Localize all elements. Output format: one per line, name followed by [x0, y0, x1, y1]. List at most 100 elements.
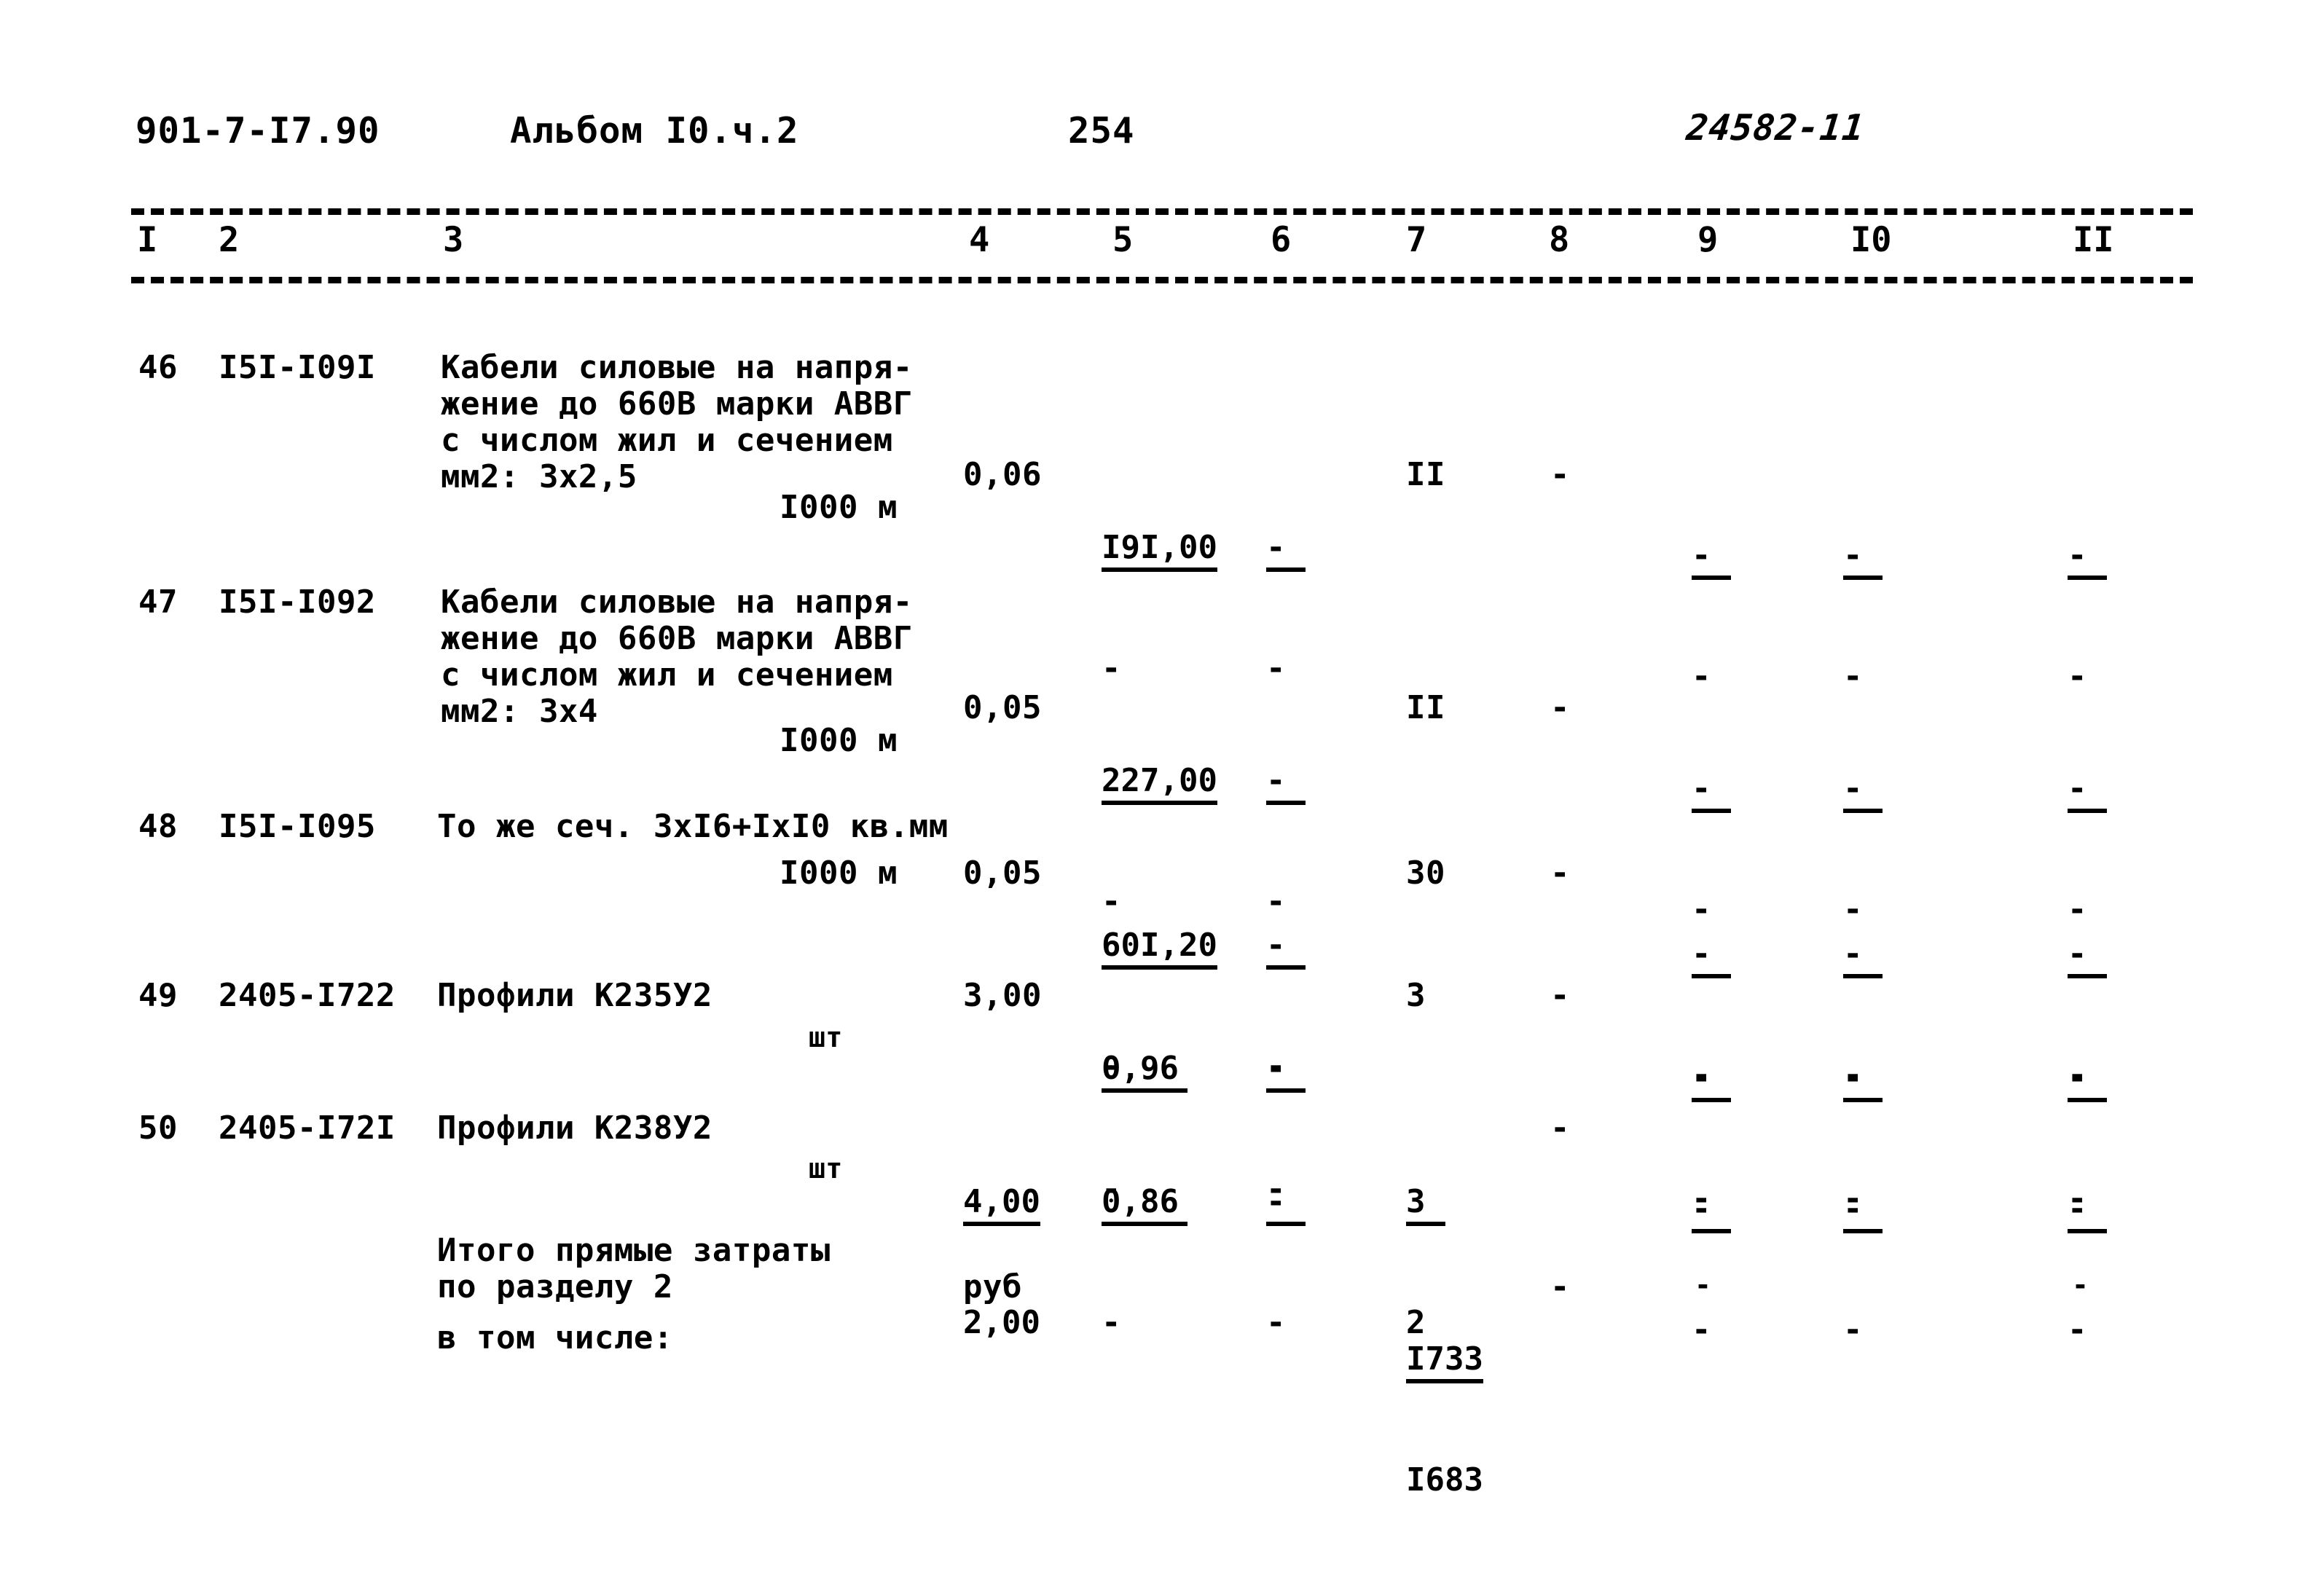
- document-page: 901-7-I7.90 Альбом I0.ч.2 254 24582-11 I…: [0, 0, 2324, 1550]
- document-code: 901-7-I7.90: [136, 110, 380, 152]
- row-number: 46: [138, 349, 178, 386]
- totals-sub-label: в том числе:: [437, 1319, 673, 1356]
- cell-col10-denominator: -: [1843, 658, 1863, 695]
- item-code: I5I-I095: [219, 808, 376, 845]
- cell-col6: - -: [1266, 1107, 1421, 1418]
- column-header-3: 3: [443, 220, 464, 260]
- column-header-4: 4: [969, 220, 990, 260]
- cell-col4-quantity: 4,00 2,00: [963, 1107, 1118, 1418]
- cell-col11-numerator: -: [2068, 1190, 2107, 1233]
- cell-col11-denominator: -: [2068, 658, 2087, 695]
- cell-col9-denominator: -: [1692, 1311, 1711, 1348]
- item-description-line: То же сеч. 3хI6+IхI0 кв.мм: [437, 808, 949, 845]
- cell-col5-denominator: -: [1102, 1304, 1121, 1341]
- totals-col7-denominator: I683: [1406, 1461, 1483, 1499]
- item-description-line: Профили К235У2: [437, 977, 712, 1014]
- item-description-line: Кабели силовые на напря-: [441, 349, 913, 386]
- cell-col7: 3: [1406, 977, 1426, 1014]
- column-header-8: 8: [1549, 220, 1570, 260]
- cell-col8: -: [1550, 977, 1570, 1014]
- totals-col11: -: [2072, 1269, 2089, 1301]
- cell-col7: II: [1406, 689, 1445, 726]
- cell-col7: 30: [1406, 855, 1445, 892]
- unit-of-measure: шт: [809, 1021, 843, 1053]
- cell-col6-numerator: -: [1266, 927, 1306, 970]
- cell-col6-denominator: -: [1266, 1304, 1286, 1341]
- cell-col9-numerator: -: [1692, 770, 1731, 813]
- cell-col6-denominator: -: [1266, 650, 1286, 687]
- item-description-line: Профили К238У2: [437, 1109, 712, 1147]
- page-number: 254: [1068, 110, 1135, 152]
- cell-col4-quantity: 0,05: [963, 855, 1042, 892]
- item-code: I5I-I09I: [219, 349, 376, 386]
- cell-col5-numerator: 0,96: [1102, 1050, 1187, 1093]
- cell-col9-numerator: -: [1692, 537, 1731, 580]
- column-header-9: 9: [1697, 220, 1719, 260]
- cell-col8: -: [1550, 855, 1570, 892]
- album-label: Альбом I0.ч.2: [510, 110, 799, 152]
- row-number: 48: [138, 808, 178, 845]
- item-description-line: с числом жил и сечением: [441, 422, 893, 459]
- totals-col7: I733 I683: [1406, 1265, 1561, 1575]
- totals-label-line: по разделу 2: [437, 1268, 673, 1305]
- cell-col4-denominator: 2,00: [963, 1304, 1040, 1341]
- column-header-5: 5: [1112, 220, 1134, 260]
- cell-col7: II: [1406, 456, 1445, 493]
- row-number: 50: [138, 1109, 178, 1147]
- unit-of-measure: I000 м: [780, 722, 898, 759]
- item-code: 2405-I72I: [219, 1109, 396, 1147]
- unit-of-measure: I000 м: [780, 855, 898, 892]
- cell-col6-numerator: -: [1266, 1050, 1306, 1093]
- column-header-2: 2: [219, 220, 240, 260]
- totals-label-line: Итого прямые затраты: [437, 1232, 831, 1269]
- cell-col7-numerator: 3: [1406, 1183, 1445, 1226]
- archive-stamp: 24582-11: [1684, 107, 1867, 149]
- item-description-line: мм2: 3х4: [441, 693, 598, 730]
- cell-col8: -: [1550, 1109, 1570, 1147]
- column-header-7: 7: [1406, 220, 1427, 260]
- item-description-line: жение до 660В марки АВВГ: [441, 620, 913, 657]
- item-description-line: жение до 660В марки АВВГ: [441, 385, 913, 423]
- cell-col8: -: [1550, 689, 1570, 726]
- cell-col4-quantity: 3,00: [963, 977, 1042, 1014]
- item-description-line: Кабели силовые на напря-: [441, 584, 913, 621]
- cell-col9: - -: [1692, 1115, 1846, 1425]
- cell-col10-numerator: -: [1843, 770, 1883, 813]
- cell-col11-numerator: -: [2068, 537, 2107, 580]
- cell-col10: - -: [1843, 1115, 1998, 1425]
- cell-col8: -: [1550, 456, 1570, 493]
- totals-col9: -: [1695, 1269, 1712, 1301]
- totals-col7-numerator: I733: [1406, 1340, 1483, 1383]
- row-number: 47: [138, 584, 178, 621]
- unit-of-measure: шт: [809, 1152, 843, 1185]
- cell-col4-quantity: 0,06: [963, 456, 1042, 493]
- cell-col5-numerator: 60I,20: [1102, 927, 1217, 970]
- item-code: I5I-I092: [219, 584, 376, 621]
- cell-col4-numerator: 4,00: [963, 1183, 1040, 1226]
- cell-col11-numerator: -: [2068, 1059, 2107, 1102]
- cell-col6-numerator: -: [1266, 529, 1306, 572]
- cell-col11-numerator: -: [2068, 770, 2107, 813]
- cell-col6-numerator: -: [1266, 762, 1306, 805]
- table-rule-bottom: [131, 277, 2193, 283]
- cell-col6-numerator: -: [1266, 1183, 1306, 1226]
- table-rule-top: [131, 208, 2193, 215]
- cell-col5-denominator: -: [1102, 650, 1121, 687]
- row-number: 49: [138, 977, 178, 1014]
- cell-col5-price: 0,86 -: [1102, 1107, 1256, 1418]
- unit-of-measure: I000 м: [780, 489, 898, 526]
- cell-col10-numerator: -: [1843, 1059, 1883, 1102]
- item-code: 2405-I722: [219, 977, 396, 1014]
- cell-col10-numerator: -: [1843, 1190, 1883, 1233]
- cell-col9-numerator: -: [1692, 1190, 1731, 1233]
- document-header: 901-7-I7.90 Альбом I0.ч.2 254 24582-11: [0, 107, 2324, 160]
- item-description-line: с числом жил и сечением: [441, 656, 893, 694]
- cell-col4-quantity: 0,05: [963, 689, 1042, 726]
- cell-col11-denominator: -: [2068, 1311, 2087, 1348]
- cell-col9-numerator: -: [1692, 1059, 1731, 1102]
- cell-col9-numerator: -: [1692, 935, 1731, 978]
- cell-col11-numerator: -: [2068, 935, 2107, 978]
- cell-col10-numerator: -: [1843, 935, 1883, 978]
- column-header-10: I0: [1850, 220, 1892, 260]
- cell-col10-denominator: -: [1843, 1311, 1863, 1348]
